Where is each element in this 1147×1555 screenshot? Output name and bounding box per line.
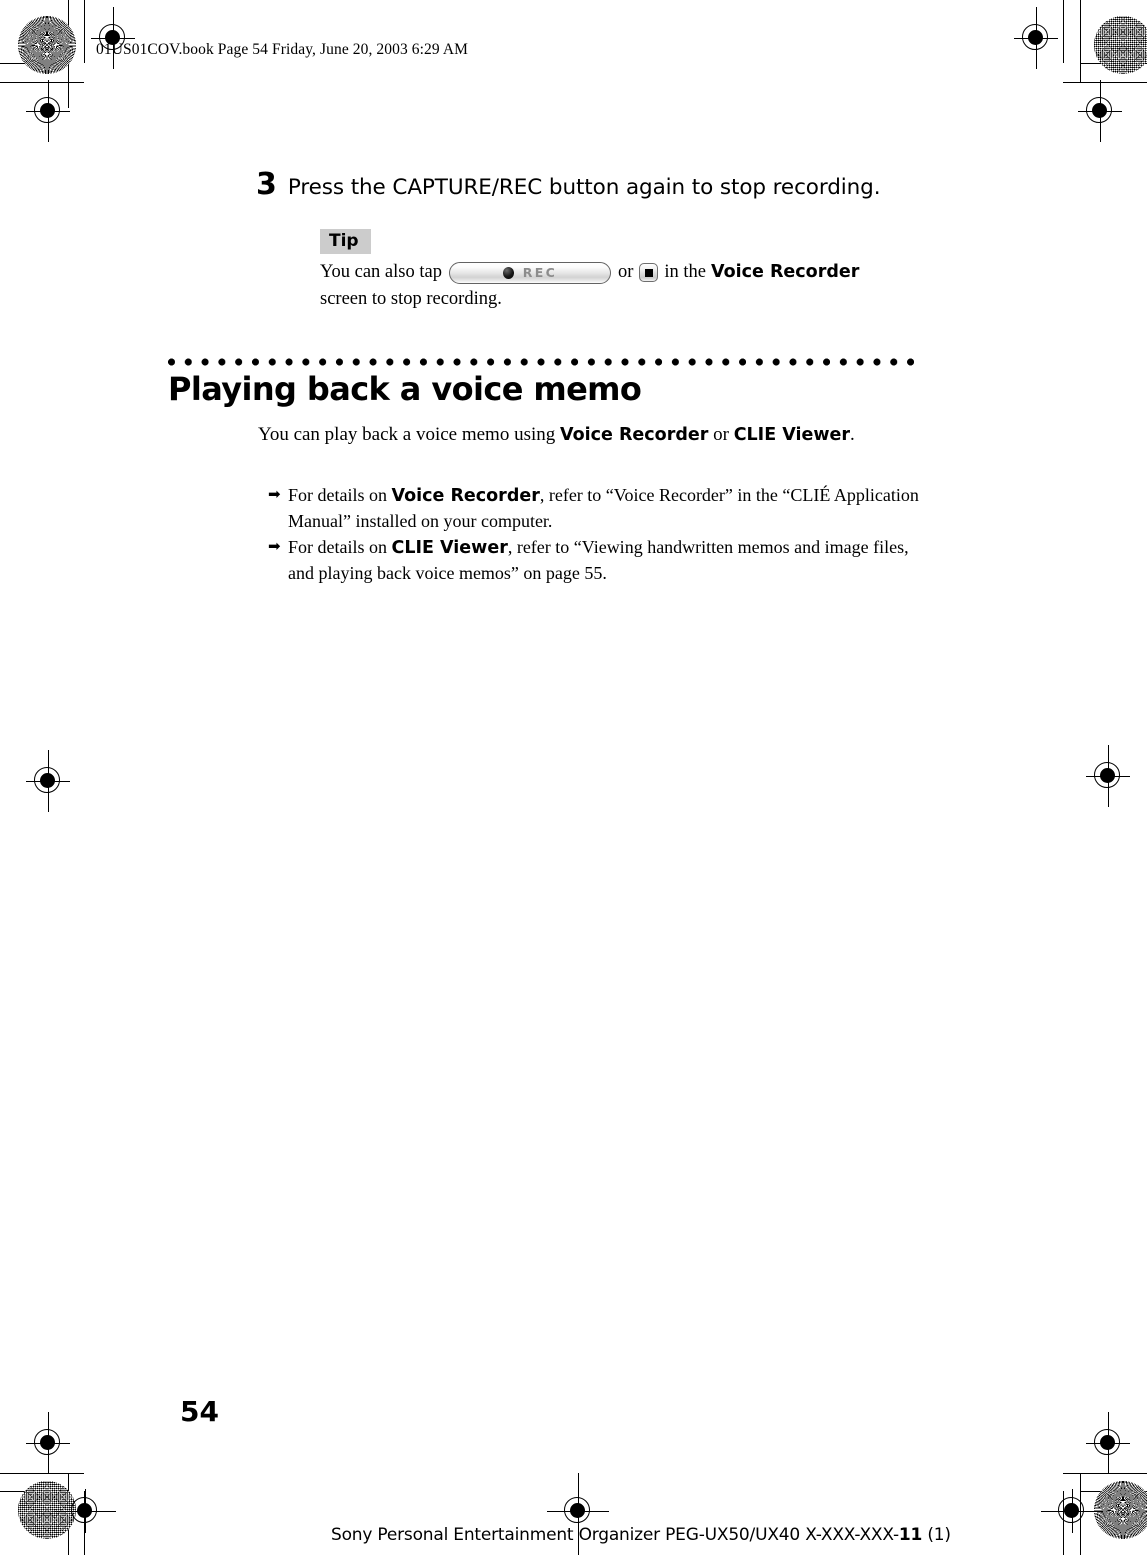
tip-text-after: in the xyxy=(664,262,707,283)
crop-mark-line xyxy=(0,1473,84,1474)
crop-mark-line xyxy=(1080,0,1081,82)
registration-mark xyxy=(1014,7,1058,69)
record-dot-icon xyxy=(502,266,514,279)
reference-app-name: CLIE Viewer xyxy=(391,538,508,559)
reference-item: ➡ For details on Voice Recorder, refer t… xyxy=(268,483,928,534)
page-number: 54 xyxy=(180,1395,219,1428)
tip-line-2: screen to stop recording. xyxy=(320,288,502,309)
moire-registration-target xyxy=(1094,16,1147,74)
document-footer: Sony Personal Entertainment Organizer PE… xyxy=(331,1525,951,1545)
intro-text-before: You can play back a voice memo using xyxy=(258,424,561,445)
reference-list: ➡ For details on Voice Recorder, refer t… xyxy=(268,483,928,588)
document-header-path: 01US01COV.book Page 54 Friday, June 20, … xyxy=(96,41,469,58)
reference-item: ➡ For details on CLIE Viewer, refer to “… xyxy=(268,535,928,586)
stop-button-graphic[interactable] xyxy=(639,263,659,283)
step-number: 3 xyxy=(256,167,277,202)
tip-text-before: You can also tap xyxy=(320,262,442,283)
rec-button-label: REC xyxy=(522,264,558,280)
step-instruction-text: Press the CAPTURE/REC button again to st… xyxy=(287,175,881,200)
tip-text-or: or xyxy=(617,262,634,283)
intro-text-end: . xyxy=(850,424,855,445)
tip-app-name: Voice Recorder xyxy=(711,262,860,283)
rec-button-graphic[interactable]: REC xyxy=(448,261,611,284)
section-intro-paragraph: You can play back a voice memo using Voi… xyxy=(258,424,855,446)
intro-app-voice-recorder: Voice Recorder xyxy=(560,425,709,445)
crop-mark-line xyxy=(0,82,84,83)
registration-mark xyxy=(54,1489,116,1533)
reference-app-name: Voice Recorder xyxy=(391,486,540,506)
crop-mark-line xyxy=(84,0,85,63)
tip-body: You can also tap REC or in the Voice Rec… xyxy=(320,259,928,312)
registration-mark xyxy=(26,1412,70,1474)
intro-text-mid: or xyxy=(708,424,734,445)
registration-mark xyxy=(26,80,70,142)
document-page: 01US01COV.book Page 54 Friday, June 20, … xyxy=(0,0,1147,1555)
stop-square-icon xyxy=(644,268,653,277)
dotted-separator-rule xyxy=(168,358,916,366)
crop-mark-line xyxy=(1063,82,1147,83)
registration-mark xyxy=(26,750,70,812)
arrow-bullet-icon: ➡ xyxy=(268,487,281,503)
crop-mark-line xyxy=(1063,1473,1147,1474)
page-content: 3 Press the CAPTURE/REC button again to … xyxy=(168,170,928,312)
rosette-registration-target xyxy=(18,16,76,74)
arrow-bullet-icon: ➡ xyxy=(268,539,281,556)
tip-line-1: You can also tap REC or in the Voice Rec… xyxy=(320,259,928,285)
footer-doc-code: 11 xyxy=(898,1525,923,1545)
footer-revision: (1) xyxy=(922,1525,951,1545)
intro-app-clie-viewer: CLIE Viewer xyxy=(733,425,851,445)
reference-text-before: For details on xyxy=(288,537,392,558)
footer-product-line: Sony Personal Entertainment Organizer PE… xyxy=(331,1525,899,1545)
tip-block: Tip You can also tap REC or in the Voice… xyxy=(320,228,928,312)
registration-mark xyxy=(1086,1412,1130,1474)
registration-mark xyxy=(1078,80,1122,142)
step-item: 3 Press the CAPTURE/REC button again to … xyxy=(256,170,928,201)
registration-mark xyxy=(1041,1489,1103,1533)
reference-text-before: For details on xyxy=(288,485,392,505)
section-heading: Playing back a voice memo xyxy=(168,370,642,408)
registration-mark xyxy=(1086,745,1130,807)
crop-mark-line xyxy=(1063,0,1064,63)
tip-badge: Tip xyxy=(320,228,371,255)
